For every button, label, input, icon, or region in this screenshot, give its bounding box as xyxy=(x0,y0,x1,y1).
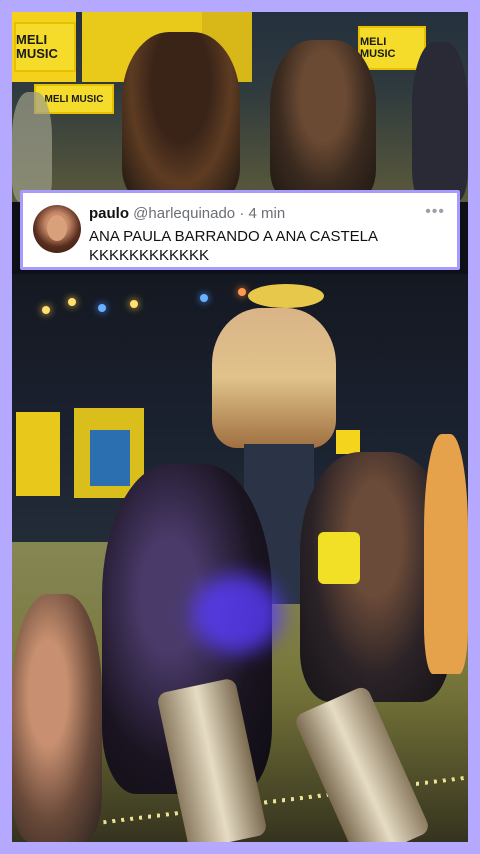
stage-light xyxy=(98,304,106,312)
stage-light xyxy=(200,294,208,302)
tweet-card[interactable]: paulo @harlequinado · 4 min ••• ANA PAUL… xyxy=(20,190,460,270)
tweet-header: paulo @harlequinado · 4 min xyxy=(89,205,285,222)
video-frame: MELI MUSIC MELI MUSIC MELI MUSIC xyxy=(12,12,468,842)
person-silhouette xyxy=(412,42,468,202)
stage-panel xyxy=(16,412,60,496)
stage-screen xyxy=(90,430,130,486)
stage-light xyxy=(42,306,50,314)
stage-light xyxy=(130,300,138,308)
video-scene-top: MELI MUSIC MELI MUSIC MELI MUSIC xyxy=(12,12,468,202)
more-options-icon[interactable]: ••• xyxy=(425,203,445,221)
brand-sign: MELI MUSIC xyxy=(14,22,76,72)
person-silhouette xyxy=(270,40,376,202)
stage-light xyxy=(68,298,76,306)
person-silhouette xyxy=(12,92,52,202)
stage-light xyxy=(238,288,246,296)
user-handle[interactable]: @harlequinado xyxy=(133,205,235,222)
timestamp[interactable]: 4 min xyxy=(248,205,285,222)
brand-sign: MELI MUSIC xyxy=(358,26,426,70)
person-silhouette xyxy=(12,594,102,842)
person-silhouette xyxy=(212,308,336,448)
display-name[interactable]: paulo xyxy=(89,205,129,222)
avatar[interactable] xyxy=(33,205,81,253)
stage-panel xyxy=(336,430,360,454)
cowboy-hat xyxy=(248,284,324,308)
person-silhouette xyxy=(424,434,468,674)
separator: · xyxy=(239,205,245,222)
person-silhouette xyxy=(122,32,240,202)
yellow-card xyxy=(318,532,360,584)
tweet-text: ANA PAULA BARRANDO A ANA CASTELA KKKKKKK… xyxy=(89,228,378,264)
purple-glow xyxy=(192,574,282,654)
video-scene-bottom xyxy=(12,274,468,842)
